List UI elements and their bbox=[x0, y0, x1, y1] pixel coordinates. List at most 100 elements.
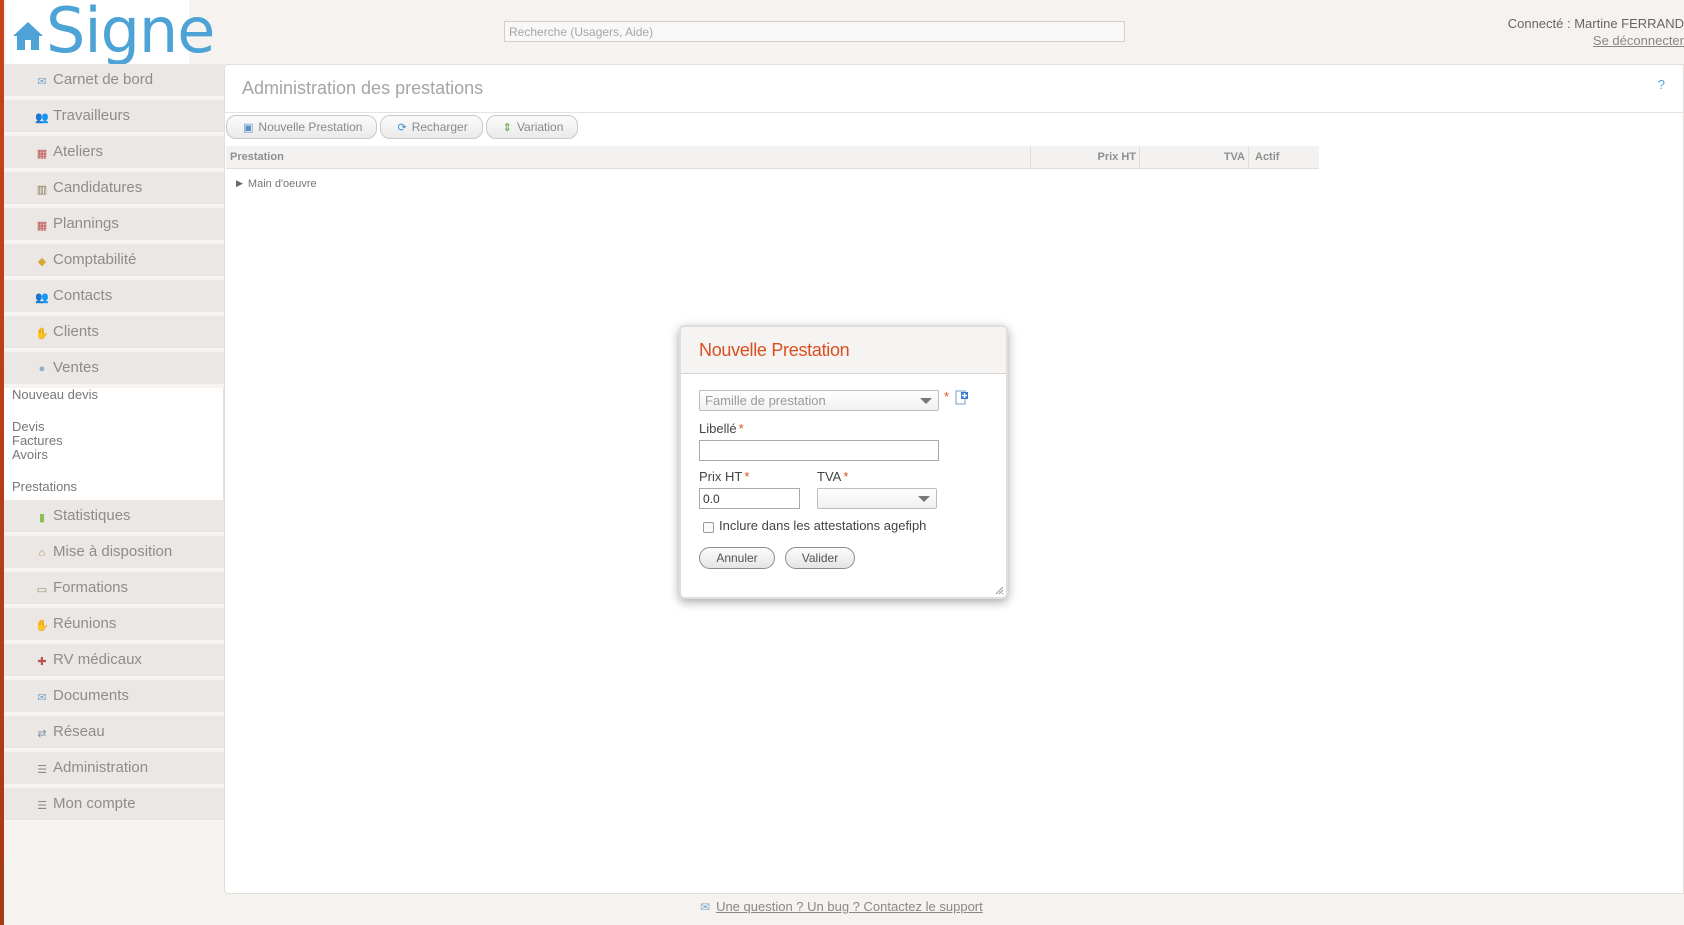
toolbar: ▣ Nouvelle Prestation ⟳ Recharger ⇕ Vari… bbox=[226, 115, 579, 139]
sidebar-item-label: Administration bbox=[53, 759, 149, 776]
sidebar-item-mon-compte[interactable]: ☰ Mon compte bbox=[4, 788, 224, 822]
board-icon: ▭ bbox=[36, 583, 48, 596]
agefiph-checkbox-label: Inclure dans les attestations agefiph bbox=[719, 518, 927, 533]
famille-placeholder: Famille de prestation bbox=[705, 393, 826, 408]
house-logo-icon bbox=[13, 22, 43, 50]
bar-chart-icon: ▮ bbox=[38, 511, 46, 524]
handshake-icon: ✋ bbox=[35, 327, 49, 340]
new-document-icon: ▣ bbox=[243, 121, 254, 134]
sidebar-item-plannings[interactable]: ▦ Plannings bbox=[4, 208, 224, 242]
column-header-prix-ht[interactable]: Prix HT bbox=[1031, 146, 1140, 168]
page-title: Administration des prestations bbox=[242, 78, 484, 98]
sidebar-item-reseau[interactable]: ⇄ Réseau bbox=[4, 716, 224, 750]
reload-button[interactable]: ⟳ Recharger bbox=[380, 115, 483, 139]
submenu-item-devis[interactable]: Devis bbox=[12, 420, 223, 434]
prix-ht-input[interactable] bbox=[699, 488, 800, 509]
resize-grip-icon[interactable] bbox=[994, 585, 1004, 595]
variation-label: Variation bbox=[516, 120, 564, 134]
sidebar-item-label: Mise à disposition bbox=[53, 543, 173, 560]
variation-button[interactable]: ⇕ Variation bbox=[485, 115, 579, 139]
sidebar-item-label: Ateliers bbox=[53, 143, 104, 160]
sidebar-item-documents[interactable]: ✉ Documents bbox=[4, 680, 224, 714]
sidebar-item-comptabilite[interactable]: ◆ Comptabilité bbox=[4, 244, 224, 278]
libelle-label: Libellé * bbox=[699, 421, 744, 436]
tree-row-group[interactable]: ▶ Main d'oeuvre bbox=[226, 169, 1319, 190]
libelle-input[interactable] bbox=[699, 440, 939, 461]
sidebar-item-ventes[interactable]: ● Ventes bbox=[4, 352, 224, 386]
medical-icon: ✚ bbox=[37, 655, 47, 668]
calendar-icon: ▦ bbox=[36, 147, 48, 160]
new-famille-icon[interactable] bbox=[955, 390, 969, 406]
agefiph-checkbox[interactable] bbox=[703, 522, 714, 533]
sidebar-item-label: RV médicaux bbox=[53, 651, 142, 668]
handshake-icon: ✋ bbox=[35, 619, 49, 632]
cabinet-icon: ▥ bbox=[36, 183, 48, 196]
sidebar-item-label: Réunions bbox=[53, 615, 117, 632]
users-icon: 👥 bbox=[35, 111, 49, 124]
settings-list-icon: ☰ bbox=[37, 799, 47, 812]
new-prestation-label: Nouvelle Prestation bbox=[258, 120, 363, 134]
sidebar-item-label: Mon compte bbox=[53, 795, 136, 812]
house-icon: ⌂ bbox=[38, 547, 46, 559]
sidebar-item-label: Statistiques bbox=[53, 507, 131, 524]
column-header-tva[interactable]: TVA bbox=[1140, 146, 1249, 168]
sidebar-item-label: Clients bbox=[53, 323, 99, 340]
sidebar-item-ateliers[interactable]: ▦ Ateliers bbox=[4, 136, 224, 170]
globe-icon: ● bbox=[38, 363, 46, 375]
ventes-submenu: Nouveau devis Devis Factures Avoirs Pres… bbox=[4, 388, 224, 500]
validate-button[interactable]: Valider bbox=[785, 547, 855, 569]
sidebar-item-reunions[interactable]: ✋ Réunions bbox=[4, 608, 224, 642]
sidebar-item-label: Formations bbox=[53, 579, 129, 596]
sidebar-item-travailleurs[interactable]: 👥 Travailleurs bbox=[4, 100, 224, 134]
calendar-icon: ▦ bbox=[36, 219, 48, 232]
submenu-item-prestations[interactable]: Prestations bbox=[12, 480, 223, 494]
column-header-actif[interactable]: Actif bbox=[1249, 146, 1319, 168]
tva-combobox[interactable] bbox=[817, 488, 937, 509]
logo-text: Signe bbox=[46, 0, 215, 67]
sidebar-item-rv-medicaux[interactable]: ✚ RV médicaux bbox=[4, 644, 224, 678]
sidebar-item-label: Travailleurs bbox=[53, 107, 130, 124]
search-input[interactable] bbox=[504, 21, 1125, 42]
sidebar-item-administration[interactable]: ☰ Administration bbox=[4, 752, 224, 786]
reload-icon: ⟳ bbox=[397, 121, 407, 134]
grid-header: Prestation Prix HT TVA Actif bbox=[226, 146, 1319, 169]
prix-label: Prix HT * bbox=[699, 469, 749, 484]
required-marker: * bbox=[843, 469, 849, 484]
envelope-icon: ✉ bbox=[37, 691, 47, 704]
up-down-arrow-icon: ⇕ bbox=[502, 121, 512, 134]
dialog-divider bbox=[681, 373, 1006, 374]
tva-label-text: TVA bbox=[817, 469, 842, 484]
required-marker: * bbox=[738, 421, 744, 436]
network-icon: ⇄ bbox=[37, 727, 47, 740]
submenu-item-avoirs[interactable]: Avoirs bbox=[12, 448, 223, 462]
sidebar-item-statistiques[interactable]: ▮ Statistiques bbox=[4, 500, 224, 534]
expand-triangle-icon[interactable]: ▶ bbox=[236, 178, 243, 189]
famille-combobox[interactable]: Famille de prestation bbox=[699, 390, 939, 411]
sidebar: ✉ Carnet de bord 👥 Travailleurs ▦ Ateliers ▥ Ca… bbox=[4, 64, 224, 824]
app-logo[interactable]: Signe bbox=[6, 0, 215, 67]
sidebar-item-mise-a-disposition[interactable]: ⌂ Mise à disposition bbox=[4, 536, 224, 570]
cancel-button[interactable]: Annuler bbox=[699, 547, 775, 569]
sidebar-item-label: Contacts bbox=[53, 287, 113, 304]
help-icon[interactable]: ? bbox=[1658, 77, 1665, 92]
sidebar-item-label: Candidatures bbox=[53, 179, 143, 196]
sidebar-item-candidatures[interactable]: ▥ Candidatures bbox=[4, 172, 224, 206]
user-panel: Connecté : Martine FERRAND Se déconnecte… bbox=[1508, 15, 1684, 49]
sidebar-item-formations[interactable]: ▭ Formations bbox=[4, 572, 224, 606]
envelope-icon: ✉ bbox=[700, 899, 711, 914]
chevron-down-icon bbox=[918, 496, 930, 502]
new-prestation-button[interactable]: ▣ Nouvelle Prestation bbox=[226, 115, 378, 139]
sidebar-item-label: Plannings bbox=[53, 215, 119, 232]
support-link[interactable]: Une question ? Un bug ? Contactez le sup… bbox=[716, 899, 983, 914]
envelope-icon: ✉ bbox=[37, 75, 47, 88]
sidebar-item-clients[interactable]: ✋ Clients bbox=[4, 316, 224, 350]
sidebar-item-carnet-de-bord[interactable]: ✉ Carnet de bord bbox=[4, 64, 224, 98]
sidebar-item-contacts[interactable]: 👥 Contacts bbox=[4, 280, 224, 314]
sidebar-item-label: Comptabilité bbox=[53, 251, 137, 268]
logout-link[interactable]: Se déconnecter bbox=[1593, 33, 1684, 48]
footer: ✉ Une question ? Un bug ? Contactez le s… bbox=[700, 899, 983, 914]
submenu-item-nouveau-devis[interactable]: Nouveau devis bbox=[12, 388, 223, 402]
settings-list-icon: ☰ bbox=[37, 763, 47, 776]
submenu-item-factures[interactable]: Factures bbox=[12, 434, 223, 448]
column-header-prestation[interactable]: Prestation bbox=[226, 146, 1031, 168]
